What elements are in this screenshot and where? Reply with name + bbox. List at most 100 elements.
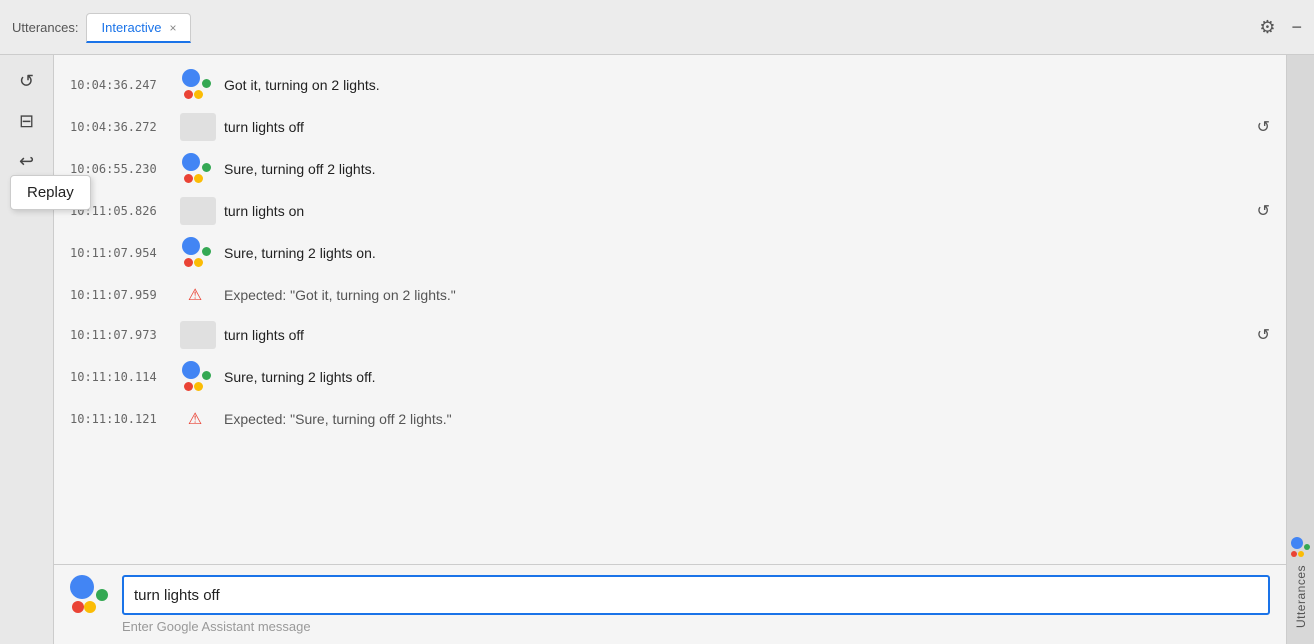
timestamp: 10:04:36.272 <box>70 120 180 134</box>
message-text: Sure, turning off 2 lights. <box>224 161 1270 177</box>
message-text: turn lights on <box>224 203 1249 219</box>
table-row: 10:11:07.959 ⚠ Expected: "Got it, turnin… <box>54 275 1286 315</box>
save-button[interactable]: ⊟ <box>9 103 45 139</box>
user-avatar <box>180 113 216 141</box>
dot-red <box>72 601 84 613</box>
right-sidebar-avatar <box>1291 537 1311 557</box>
avatar: ⚠ <box>180 285 216 305</box>
dot-red <box>184 258 193 267</box>
error-icon: ⚠ <box>188 409 202 429</box>
table-row: 10:04:36.247 Got it, turning on 2 lights… <box>54 63 1286 107</box>
dot-blue <box>70 575 94 599</box>
assistant-avatar <box>182 69 214 101</box>
dot-blue <box>182 69 200 87</box>
table-row: 10:04:36.272 turn lights off ↺ <box>54 107 1286 147</box>
right-sidebar: Utterances <box>1286 55 1314 644</box>
dot-yellow <box>1298 551 1304 557</box>
dot-yellow <box>194 382 203 391</box>
timestamp: 10:11:07.959 <box>70 288 180 302</box>
input-avatar <box>70 575 110 615</box>
dot-green <box>1304 544 1310 550</box>
dot-green <box>202 371 211 380</box>
expected-text: Expected: "Sure, turning off 2 lights." <box>224 411 452 427</box>
table-row: 10:11:07.954 Sure, turning 2 lights on. <box>54 231 1286 275</box>
expected-text: Expected: "Got it, turning on 2 lights." <box>224 287 456 303</box>
table-row: 10:11:05.826 turn lights on ↺ <box>54 191 1286 231</box>
table-row: 10:11:10.114 Sure, turning 2 lights off. <box>54 355 1286 399</box>
table-row: 10:11:07.973 turn lights off ↺ <box>54 315 1286 355</box>
minimize-button[interactable]: − <box>1291 17 1302 38</box>
assistant-avatar <box>182 237 214 269</box>
sidebar-tools: ↺ ⊟ ↩ Replay <box>0 55 54 644</box>
error-icon: ⚠ <box>188 285 202 305</box>
avatar <box>180 321 216 349</box>
replay-utterance-button[interactable]: ↺ <box>1257 325 1270 345</box>
utterances-list[interactable]: 10:04:36.247 Got it, turning on 2 lights… <box>54 55 1286 564</box>
tab-label: Interactive <box>101 20 161 35</box>
message-input[interactable] <box>122 575 1270 615</box>
timestamp: 10:04:36.247 <box>70 78 180 92</box>
table-row: 10:11:10.121 ⚠ Expected: "Sure, turning … <box>54 399 1286 439</box>
replay-utterance-button[interactable]: ↺ <box>1257 117 1270 137</box>
dot-blue <box>1291 537 1303 549</box>
dot-blue <box>182 153 200 171</box>
input-area: Enter Google Assistant message <box>54 564 1286 644</box>
dot-red <box>1291 551 1297 557</box>
title-bar: Utterances: Interactive × ⚙ − <box>0 0 1314 55</box>
undo-button[interactable]: ↩ <box>9 143 45 179</box>
dot-green <box>202 247 211 256</box>
avatar <box>180 69 216 101</box>
dot-yellow <box>194 258 203 267</box>
dot-blue <box>182 361 200 379</box>
undo-icon: ↩ <box>19 151 34 172</box>
title-label: Utterances: <box>12 20 78 35</box>
timestamp: 10:06:55.230 <box>70 162 180 176</box>
avatar: ⚠ <box>180 409 216 429</box>
dot-red <box>184 174 193 183</box>
message-text: Got it, turning on 2 lights. <box>224 77 1270 93</box>
timestamp: 10:11:07.954 <box>70 246 180 260</box>
dot-yellow <box>194 90 203 99</box>
message-text: turn lights off <box>224 119 1249 135</box>
dot-red <box>184 382 193 391</box>
timestamp: 10:11:07.973 <box>70 328 180 342</box>
message-text: Sure, turning 2 lights on. <box>224 245 1270 261</box>
table-row: 10:06:55.230 Sure, turning off 2 lights. <box>54 147 1286 191</box>
content-area: 10:04:36.247 Got it, turning on 2 lights… <box>54 55 1286 644</box>
replay-icon: ↺ <box>19 71 34 92</box>
input-row <box>70 575 1270 615</box>
input-hint: Enter Google Assistant message <box>122 619 1270 634</box>
gear-button[interactable]: ⚙ <box>1259 17 1275 38</box>
replay-tooltip: Replay <box>10 175 91 210</box>
right-sidebar-label: Utterances <box>1294 565 1308 628</box>
tab-interactive[interactable]: Interactive × <box>86 13 191 43</box>
user-avatar <box>180 321 216 349</box>
message-text: turn lights off <box>224 327 1249 343</box>
avatar <box>180 361 216 393</box>
dot-yellow <box>84 601 96 613</box>
dot-green <box>202 79 211 88</box>
avatar <box>180 153 216 185</box>
avatar <box>180 237 216 269</box>
replay-button[interactable]: ↺ <box>9 63 45 99</box>
gear-icon: ⚙ <box>1259 17 1275 38</box>
replay-utterance-button[interactable]: ↺ <box>1257 201 1270 221</box>
user-avatar <box>180 197 216 225</box>
minimize-icon: − <box>1291 17 1302 38</box>
dot-green <box>202 163 211 172</box>
message-text: Sure, turning 2 lights off. <box>224 369 1270 385</box>
avatar <box>180 113 216 141</box>
dot-green <box>96 589 108 601</box>
timestamp: 10:11:10.114 <box>70 370 180 384</box>
assistant-avatar <box>182 361 214 393</box>
avatar <box>180 197 216 225</box>
title-bar-actions: ⚙ − <box>1259 17 1302 38</box>
assistant-avatar <box>182 153 214 185</box>
tab-close-button[interactable]: × <box>169 21 176 35</box>
dot-blue <box>182 237 200 255</box>
dot-yellow <box>194 174 203 183</box>
main-container: ↺ ⊟ ↩ Replay 10:04:36.247 <box>0 55 1314 644</box>
dot-red <box>184 90 193 99</box>
timestamp: 10:11:10.121 <box>70 412 180 426</box>
save-icon: ⊟ <box>19 111 34 132</box>
